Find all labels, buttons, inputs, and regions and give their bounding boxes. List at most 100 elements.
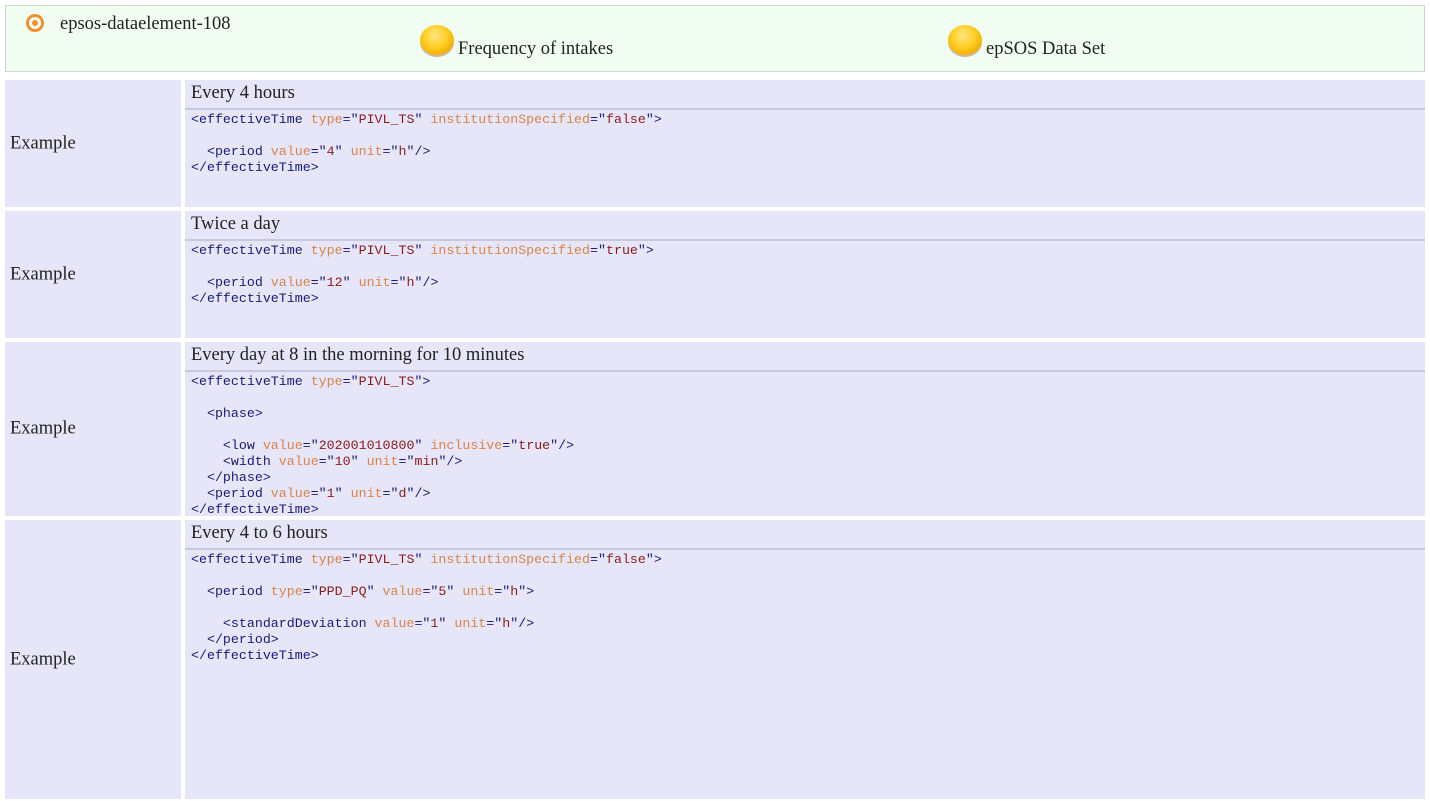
example-code: <effectiveTime type="PIVL_TS" institutio… [191, 243, 654, 307]
code-attribute: institutionSpecified [430, 552, 591, 567]
code-tag-text: <standardDeviation [191, 616, 375, 631]
code-attribute: unit [350, 144, 383, 159]
example-content-cell: Every 4 to 6 hours <effectiveTime type="… [185, 520, 1425, 799]
code-attribute: unit [462, 584, 495, 599]
code-tag-text: =" [398, 454, 415, 469]
title-divider [185, 239, 1425, 241]
code-attribute: inclusive [430, 438, 503, 453]
code-attribute: unit [454, 616, 487, 631]
code-value: true [518, 438, 551, 453]
code-tag-text: " [438, 616, 455, 631]
code-tag-text: =" [342, 552, 359, 567]
dataset-name: epSOS Data Set [986, 39, 1106, 59]
code-tag-text: =" [302, 438, 319, 453]
code-value: 4 [326, 144, 335, 159]
code-tag-text: <low [191, 438, 263, 453]
code-tag-text: "/> [414, 275, 439, 290]
example-content-cell: Every day at 8 in the morning for 10 min… [185, 342, 1425, 517]
code-tag-text: " [414, 438, 431, 453]
code-tag-text: =" [414, 616, 431, 631]
code-tag-text: </period> [191, 632, 279, 647]
example-row: Example Every 4 hours <effectiveTime typ… [5, 80, 1425, 207]
code-attribute: institutionSpecified [430, 243, 591, 258]
code-value: 1 [326, 486, 335, 501]
code-value: 10 [334, 454, 351, 469]
code-tag-text: =" [310, 144, 327, 159]
code-tag-text: "> [645, 112, 662, 127]
code-tag-text: =" [422, 584, 439, 599]
code-tag-text: " [366, 584, 383, 599]
title-divider [185, 370, 1425, 372]
code-attribute: type [310, 243, 343, 258]
code-value: false [605, 552, 646, 567]
code-tag-text: =" [590, 112, 606, 127]
code-tag-text: "> [518, 584, 535, 599]
code-tag-text: =" [310, 486, 327, 501]
example-label: Example [10, 133, 76, 153]
code-value: d [398, 486, 407, 501]
example-content-cell: Every 4 hours <effectiveTime type="PIVL_… [185, 80, 1425, 207]
code-attribute: value [382, 584, 423, 599]
example-title: Every 4 to 6 hours [191, 523, 328, 543]
code-value: PIVL_TS [358, 112, 415, 127]
code-tag-text: <effectiveTime [191, 374, 311, 389]
code-tag-text: " [414, 243, 431, 258]
code-tag-text: "/> [406, 486, 431, 501]
code-attribute: unit [358, 275, 391, 290]
example-label-cell: Example [5, 80, 181, 207]
example-label: Example [10, 418, 76, 439]
example-row: Example Twice a day <effectiveTime type=… [5, 211, 1425, 338]
code-attribute: value [374, 616, 415, 631]
code-tag-text: <effectiveTime [191, 112, 311, 127]
code-value: PIVL_TS [358, 552, 415, 567]
code-tag-text: =" [382, 486, 399, 501]
code-tag-text: </effectiveTime> [191, 160, 319, 175]
example-content-cell: Twice a day <effectiveTime type="PIVL_TS… [185, 211, 1425, 338]
code-tag-text: "/> [510, 616, 535, 631]
code-tag-text: =" [494, 584, 511, 599]
example-code: <effectiveTime type="PIVL_TS" institutio… [191, 112, 662, 176]
code-tag-text: " [350, 454, 367, 469]
code-tag-text: <period [191, 144, 271, 159]
yellow-ball-icon [948, 25, 982, 55]
code-tag-text: </phase> [191, 470, 271, 485]
code-tag-text: =" [590, 552, 606, 567]
code-value: min [414, 454, 439, 469]
code-attribute: unit [366, 454, 399, 469]
code-value: true [605, 243, 638, 258]
target-icon [26, 14, 44, 32]
dataelement-header: epsos-dataelement-108 Frequency of intak… [5, 5, 1425, 72]
code-tag-text: "> [637, 243, 654, 258]
code-tag-text: =" [342, 112, 359, 127]
code-tag-text: =" [590, 243, 606, 258]
code-tag-text: "/> [406, 144, 431, 159]
code-tag-text: <width [191, 454, 279, 469]
title-divider [185, 548, 1425, 550]
example-row: Example Every day at 8 in the morning fo… [5, 342, 1425, 517]
code-attribute: type [270, 584, 303, 599]
code-tag-text: </effectiveTime> [191, 502, 319, 517]
code-value: 12 [326, 275, 343, 290]
code-tag-text: <period [191, 275, 271, 290]
code-value: PIVL_TS [358, 374, 415, 389]
code-tag-text: =" [502, 438, 519, 453]
code-attribute: value [262, 438, 303, 453]
dataelement-name: Frequency of intakes [458, 39, 614, 59]
example-code: <effectiveTime type="PIVL_TS" institutio… [191, 552, 662, 664]
code-tag-text: " [446, 584, 463, 599]
code-tag-text: " [342, 275, 359, 290]
code-tag-text: " [414, 112, 431, 127]
code-tag-text: =" [310, 275, 327, 290]
title-divider [185, 108, 1425, 110]
code-tag-text: =" [342, 243, 359, 258]
code-tag-text: "> [414, 374, 431, 389]
code-attribute: type [310, 552, 343, 567]
code-tag-text: "/> [550, 438, 575, 453]
example-label: Example [10, 649, 76, 669]
code-tag-text: =" [342, 374, 359, 389]
code-tag-text: <period [191, 486, 271, 501]
example-label-cell: Example [5, 520, 181, 799]
code-value: 202001010800 [318, 438, 415, 453]
dataelement-id: epsos-dataelement-108 [60, 14, 231, 34]
example-label-cell: Example [5, 342, 181, 516]
